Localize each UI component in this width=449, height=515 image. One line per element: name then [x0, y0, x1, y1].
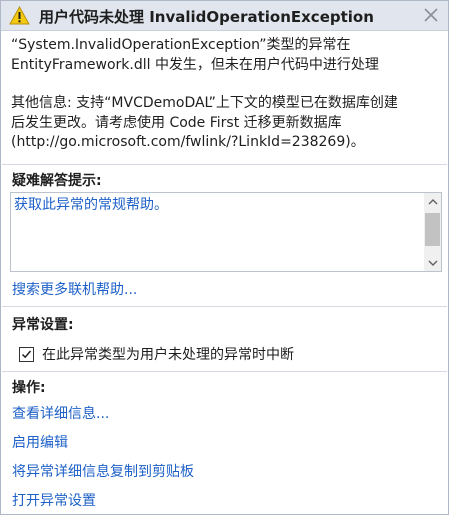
scroll-down-icon[interactable]	[424, 254, 441, 271]
dialog-title: 用户代码未处理 InvalidOperationException	[39, 8, 374, 26]
divider	[2, 371, 447, 372]
search-more-help-link[interactable]: 搜索更多联机帮助...	[12, 279, 137, 299]
tip-link[interactable]: 获取此异常的常规帮助。	[14, 194, 168, 214]
scroll-up-icon[interactable]	[424, 193, 441, 210]
scroll-thumb[interactable]	[425, 213, 440, 246]
troubleshooting-title: 疑难解答提示:	[12, 173, 102, 189]
warning-icon	[9, 5, 30, 25]
message-line: 后发生更改。请考虑使用 Code First 迁移更新数据库	[11, 114, 342, 131]
message-line: (http://go.microsoft.com/fwlink/?LinkId=…	[11, 134, 365, 150]
dialog-header: 用户代码未处理 InvalidOperationException	[1, 1, 448, 31]
break-on-exception-option[interactable]: 在此异常类型为用户未处理的异常时中断	[19, 344, 294, 364]
open-exception-settings-link[interactable]: 打开异常设置	[12, 490, 96, 510]
message-line: 其他信息: 支持“MVCDemoDAL”上下文的模型已在数据库创建	[11, 95, 398, 111]
actions-title: 操作:	[12, 380, 46, 396]
view-details-link[interactable]: 查看详细信息...	[12, 403, 109, 423]
divider	[2, 164, 447, 165]
break-checkbox-label: 在此异常类型为用户未处理的异常时中断	[42, 347, 294, 363]
copy-details-link[interactable]: 将异常详细信息复制到剪贴板	[12, 461, 194, 481]
message-line: EntityFramework.dll 中发生，但未在用户代码中进行处理	[11, 56, 379, 73]
close-icon[interactable]	[421, 5, 441, 25]
divider	[2, 306, 447, 307]
exception-message: “System.InvalidOperationException”类型的异常在…	[11, 36, 441, 153]
enable-editing-link[interactable]: 启用编辑	[12, 432, 68, 452]
break-checkbox[interactable]	[19, 346, 34, 362]
message-line: “System.InvalidOperationException”类型的异常在	[11, 37, 351, 53]
scrollbar[interactable]	[424, 193, 441, 271]
exception-settings-title: 异常设置:	[12, 317, 74, 333]
exception-dialog: 用户代码未处理 InvalidOperationException “Syste…	[0, 0, 449, 515]
troubleshooting-tips-list[interactable]: 获取此异常的常规帮助。	[10, 192, 442, 272]
